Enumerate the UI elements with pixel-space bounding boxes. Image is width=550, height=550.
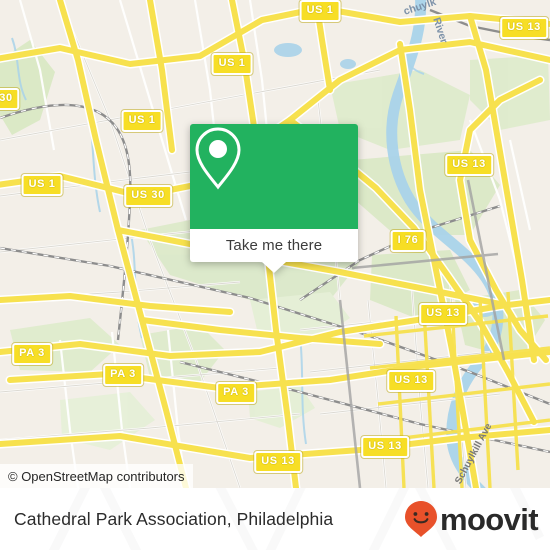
highway-shield-label: US 1 — [28, 178, 56, 190]
callout-icon-area — [190, 124, 358, 229]
highway-shield: I 76 — [390, 230, 426, 252]
take-me-there-label: Take me there — [225, 237, 323, 254]
highway-shield: US 13 — [445, 154, 493, 176]
highway-shield-label: PA 3 — [110, 368, 136, 380]
highway-shield: US 13 — [361, 436, 409, 458]
highway-shield: PA 3 — [12, 343, 52, 365]
moovit-wordmark: moovit — [439, 501, 539, 537]
highway-shield-label: US 13 — [452, 158, 486, 170]
highway-shield: PA 3 — [216, 382, 256, 404]
osm-attribution-text: © OpenStreetMap contributors — [8, 468, 185, 484]
callout-action-area[interactable]: Take me there — [190, 229, 358, 262]
footer-bar: Cathedral Park Association, Philadelphia… — [0, 488, 550, 550]
osm-attribution[interactable]: © OpenStreetMap contributors — [0, 464, 193, 488]
place-title: Cathedral Park Association, Philadelphia — [14, 508, 334, 529]
highway-shield: US 30 — [124, 185, 172, 207]
highway-shield-label: US 13 — [394, 374, 428, 386]
highway-shield: US 1 — [299, 0, 341, 22]
highway-shield: US 13 — [419, 303, 467, 325]
highway-shield-label: US 1 — [306, 4, 334, 16]
highway-shield: 30 — [0, 88, 20, 110]
highway-shield-label: US 30 — [131, 189, 165, 201]
highway-shield: US 1 — [21, 174, 63, 196]
moovit-pin-icon — [404, 501, 437, 537]
highway-shield-label: 30 — [0, 92, 13, 104]
highway-shield: US 13 — [500, 17, 548, 39]
map-canvas[interactable]: US 1 US 13 US 1 30 US 1 US 13 US 1 US 30 I 76 US … — [0, 0, 550, 488]
highway-shield-label: US 1 — [128, 114, 156, 126]
moovit-map-screen: US 1 US 13 US 1 30 US 1 US 13 US 1 US 30 I 76 US … — [0, 0, 550, 550]
highway-shield-label: US 13 — [261, 455, 295, 467]
highway-shield-label: I 76 — [397, 234, 419, 246]
highway-shield-label: US 13 — [368, 440, 402, 452]
highway-shield: PA 3 — [103, 364, 143, 386]
highway-shield: US 1 — [211, 53, 253, 75]
map-pin-icon — [195, 127, 241, 190]
callout-tail — [262, 262, 286, 273]
highway-shield: US 13 — [254, 451, 302, 473]
location-callout[interactable]: Take me there — [190, 124, 358, 273]
highway-shield-label: PA 3 — [19, 347, 45, 359]
highway-shield-label: PA 3 — [223, 386, 249, 398]
highway-shield: US 1 — [121, 110, 163, 132]
highway-shield-label: US 13 — [426, 307, 460, 319]
highway-shield: US 13 — [387, 370, 435, 392]
highway-shield-label: US 13 — [507, 21, 541, 33]
moovit-logo[interactable]: moovit — [403, 499, 539, 539]
highway-shield-label: US 1 — [218, 57, 246, 69]
